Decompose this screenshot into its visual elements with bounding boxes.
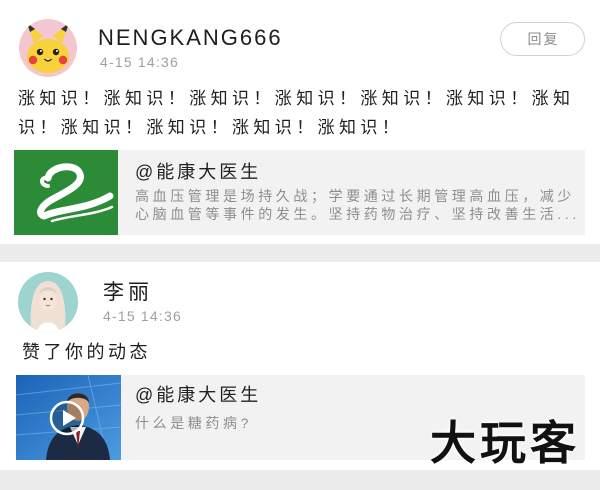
link-description: 高血压管理是场持久战；学要通过长期管理高血压，减少心脑血管等事件的发生。坚持药物… bbox=[135, 188, 580, 222]
avatar[interactable] bbox=[19, 19, 77, 77]
feed-item: NENGKANG666 4-15 14:36 回复 涨知识！涨知识！涨知识！涨知… bbox=[0, 0, 600, 244]
post-text: 赞了你的动态 bbox=[22, 342, 151, 362]
shared-link-card[interactable]: @能康大医生 高血压管理是场持久战；学要通过长期管理高血压，减少心脑血管等事件的… bbox=[14, 150, 585, 235]
link-title: @能康大医生 bbox=[135, 162, 262, 182]
pikachu-avatar-icon bbox=[19, 19, 77, 77]
link-title: @能康大医生 bbox=[135, 385, 262, 405]
user-photo-avatar-icon bbox=[18, 272, 78, 332]
avatar[interactable] bbox=[18, 272, 78, 332]
username[interactable]: 李丽 bbox=[103, 280, 153, 306]
brand-logo-icon bbox=[14, 150, 118, 235]
reply-button[interactable]: 回复 bbox=[500, 22, 585, 56]
username[interactable]: NENGKANG666 bbox=[98, 25, 283, 51]
play-icon[interactable] bbox=[49, 400, 85, 436]
feed-page: NENGKANG666 4-15 14:36 回复 涨知识！涨知识！涨知识！涨知… bbox=[0, 0, 600, 490]
timestamp: 4-15 14:36 bbox=[100, 54, 179, 70]
timestamp: 4-15 14:36 bbox=[103, 308, 182, 324]
post-text: 涨知识！涨知识！涨知识！涨知识！涨知识！涨知识！涨知识！涨知识！涨知识！涨知识！… bbox=[18, 89, 575, 137]
watermark: 大玩客 bbox=[430, 418, 580, 469]
link-thumbnail bbox=[14, 150, 118, 235]
video-thumbnail bbox=[16, 375, 121, 460]
